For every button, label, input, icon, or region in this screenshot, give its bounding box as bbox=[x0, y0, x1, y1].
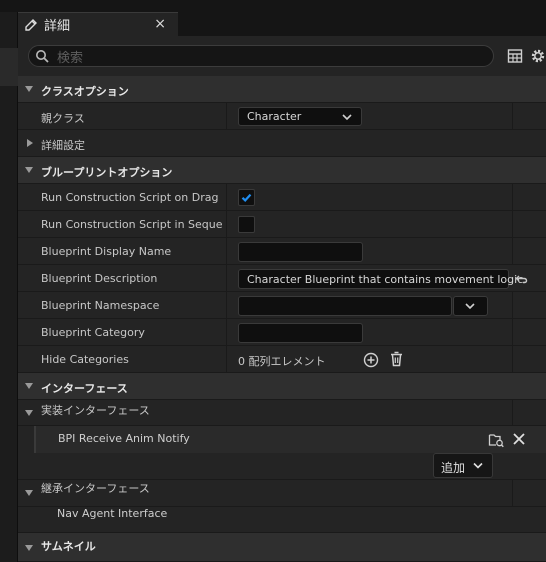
search-placeholder: 検索 bbox=[57, 50, 84, 66]
inherited-interfaces-header[interactable]: 継承インターフェース bbox=[18, 480, 546, 507]
details-icon bbox=[25, 18, 37, 31]
parent-class-dropdown[interactable]: Character bbox=[238, 107, 362, 126]
advanced-label: 詳細設定 bbox=[41, 139, 85, 152]
column-divider bbox=[512, 211, 513, 237]
row-parent-class: 親クラス Character bbox=[18, 103, 546, 130]
chevron-down-icon bbox=[342, 114, 352, 121]
property-label: Run Construction Script in Sequen... bbox=[41, 218, 223, 231]
add-interface-label: 追加 bbox=[441, 461, 466, 475]
collapse-caret-icon[interactable] bbox=[27, 139, 33, 147]
column-divider[interactable] bbox=[226, 211, 227, 237]
expand-caret-icon[interactable] bbox=[25, 545, 33, 551]
column-divider[interactable] bbox=[226, 319, 227, 345]
expand-caret-icon[interactable] bbox=[25, 86, 33, 92]
top-strip bbox=[0, 0, 546, 12]
array-count-text: 0 配列エレメント bbox=[238, 355, 326, 368]
property-label: Blueprint Namespace bbox=[41, 299, 160, 312]
chevron-down-icon bbox=[465, 303, 475, 310]
property-label: Hide Categories bbox=[41, 353, 129, 366]
property-label: Blueprint Display Name bbox=[41, 245, 172, 258]
checkmark-icon bbox=[241, 193, 252, 202]
column-divider bbox=[512, 103, 513, 129]
left-docked-panel bbox=[0, 12, 18, 562]
add-interface-button[interactable]: 追加 bbox=[433, 453, 493, 478]
row-run-construction-sequencer: Run Construction Script in Sequen... bbox=[18, 211, 546, 238]
row-display-name: Blueprint Display Name bbox=[18, 238, 546, 265]
category-interfaces[interactable]: インターフェース bbox=[18, 373, 546, 400]
search-input[interactable]: 検索 bbox=[28, 45, 494, 67]
description-field[interactable]: Character Blueprint that contains moveme… bbox=[238, 269, 527, 289]
category-label: サムネイル bbox=[41, 540, 96, 553]
description-value: Character Blueprint that contains moveme… bbox=[247, 273, 527, 286]
column-divider[interactable] bbox=[226, 292, 227, 318]
chevron-down-icon bbox=[473, 462, 483, 469]
row-run-construction-drag: Run Construction Script on Drag bbox=[18, 184, 546, 211]
implemented-interface-item[interactable]: BPI Receive Anim Notify bbox=[34, 426, 546, 453]
column-divider bbox=[512, 400, 513, 426]
tab-details[interactable]: 詳細 × bbox=[18, 12, 178, 36]
property-label: Blueprint Description bbox=[41, 272, 158, 285]
column-divider bbox=[512, 184, 513, 210]
column-divider bbox=[512, 319, 513, 345]
row-namespace: Blueprint Namespace bbox=[18, 292, 546, 319]
run-construction-drag-checkbox[interactable] bbox=[238, 189, 255, 206]
column-divider[interactable] bbox=[226, 103, 227, 129]
expand-caret-icon[interactable] bbox=[25, 490, 33, 496]
column-divider[interactable] bbox=[226, 346, 227, 372]
expand-caret-icon[interactable] bbox=[25, 167, 33, 173]
tab-title: 詳細 bbox=[44, 19, 71, 34]
namespace-field[interactable] bbox=[238, 296, 452, 316]
expand-caret-icon[interactable] bbox=[25, 410, 33, 416]
property-label: Blueprint Category bbox=[41, 326, 145, 339]
gear-icon[interactable] bbox=[529, 47, 546, 65]
category-label: クラスオプション bbox=[41, 85, 129, 98]
namespace-dropdown-button[interactable] bbox=[453, 296, 488, 316]
column-divider bbox=[512, 346, 513, 372]
column-divider bbox=[512, 292, 513, 318]
details-panel: 検索 クラスオプション 親クラス Character 詳細設定 ブループリントオ… bbox=[18, 36, 546, 562]
row-category: Blueprint Category bbox=[18, 319, 546, 346]
column-divider bbox=[512, 480, 513, 507]
inherited-interface-item: Nav Agent Interface bbox=[18, 507, 546, 533]
implemented-interfaces-header[interactable]: 実装インターフェース bbox=[18, 400, 546, 426]
close-icon[interactable] bbox=[512, 432, 526, 446]
interface-name: Nav Agent Interface bbox=[57, 507, 168, 520]
parent-class-label: 親クラス bbox=[41, 112, 85, 125]
search-icon bbox=[36, 50, 49, 63]
property-label: Run Construction Script on Drag bbox=[41, 191, 219, 204]
column-divider[interactable] bbox=[226, 184, 227, 210]
browse-asset-icon[interactable] bbox=[488, 432, 504, 448]
category-blueprint-options[interactable]: ブループリントオプション bbox=[18, 157, 546, 184]
inherited-interfaces-label: 継承インターフェース bbox=[41, 482, 150, 495]
category-label: インターフェース bbox=[41, 382, 128, 395]
plus-circle-icon[interactable] bbox=[363, 352, 379, 368]
implemented-interfaces-label: 実装インターフェース bbox=[41, 404, 150, 417]
category-label: ブループリントオプション bbox=[41, 166, 173, 179]
trash-icon[interactable] bbox=[389, 351, 404, 367]
close-icon[interactable]: × bbox=[154, 16, 166, 32]
column-divider[interactable] bbox=[226, 238, 227, 264]
parent-class-value: Character bbox=[247, 110, 302, 123]
category-class-options[interactable]: クラスオプション bbox=[18, 76, 546, 103]
category-field[interactable] bbox=[238, 323, 363, 343]
table-view-icon[interactable] bbox=[507, 48, 523, 64]
tab-bar-empty bbox=[178, 12, 546, 36]
row-advanced[interactable]: 詳細設定 bbox=[18, 130, 546, 157]
column-divider bbox=[512, 238, 513, 264]
expand-caret-icon[interactable] bbox=[25, 383, 33, 389]
reset-arrow-icon[interactable] bbox=[515, 272, 529, 286]
run-construction-sequencer-checkbox[interactable] bbox=[238, 216, 255, 233]
column-divider[interactable] bbox=[226, 265, 227, 291]
display-name-field[interactable] bbox=[238, 242, 363, 262]
category-thumbnail[interactable]: サムネイル bbox=[18, 533, 546, 562]
row-description: Blueprint Description Character Blueprin… bbox=[18, 265, 546, 292]
row-hide-categories: Hide Categories 0 配列エレメント bbox=[18, 346, 546, 373]
left-panel-tab-edge bbox=[0, 48, 18, 86]
interface-name: BPI Receive Anim Notify bbox=[58, 432, 190, 445]
